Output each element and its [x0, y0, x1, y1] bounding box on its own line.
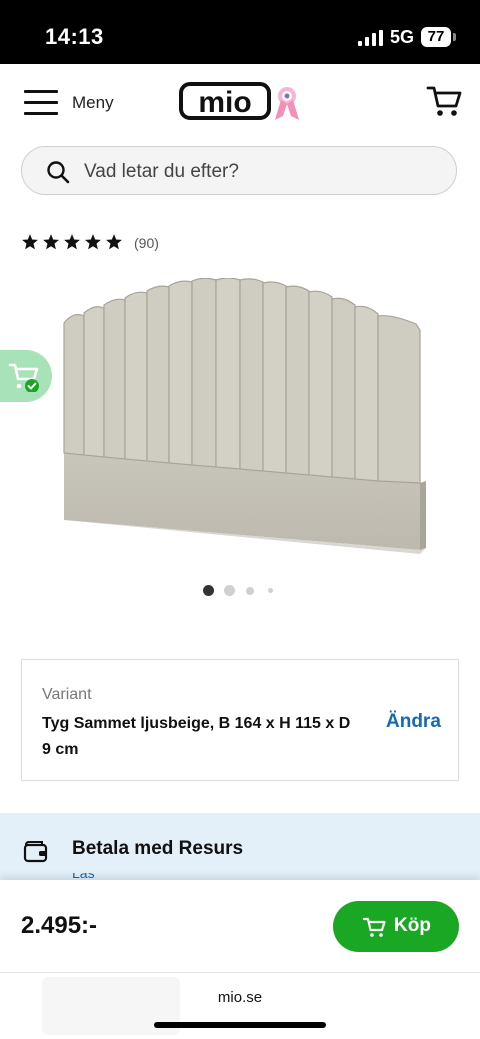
star-icon	[106, 234, 122, 250]
star-icon	[43, 234, 59, 250]
search-placeholder: Vad letar du efter?	[84, 161, 239, 182]
wallet-icon	[23, 841, 48, 863]
hamburger-icon	[24, 90, 58, 115]
carousel-dot-4[interactable]	[268, 588, 273, 593]
signal-icon	[358, 30, 383, 46]
browser-url-bar[interactable]: mio.se	[0, 972, 480, 1039]
status-bar: 14:13 5G 77	[0, 0, 480, 64]
variant-value: Tyg Sammet ljusbeige, B 164 x H 115 x D …	[42, 715, 351, 758]
carousel-dot-1[interactable]	[203, 585, 214, 596]
network-label: 5G	[390, 27, 415, 47]
image-carousel-dots	[203, 585, 283, 597]
cart-icon	[363, 917, 386, 937]
buy-bar: 2.495:- Köp	[0, 880, 480, 972]
battery-tip	[453, 33, 456, 41]
buy-label: Köp	[394, 915, 431, 936]
carousel-dot-2[interactable]	[224, 585, 235, 596]
star-icon	[64, 234, 80, 250]
search-icon	[47, 161, 70, 184]
star-icon	[85, 234, 101, 250]
search-input[interactable]: Vad letar du efter?	[21, 146, 457, 195]
cart-check-icon	[8, 363, 39, 392]
logo-text: mio	[198, 86, 251, 119]
menu-button[interactable]: Meny	[24, 86, 124, 118]
star-icon	[22, 234, 38, 250]
compare-cart-button[interactable]	[0, 350, 52, 402]
mio-logo[interactable]: mio	[179, 78, 304, 124]
buy-button[interactable]: Köp	[333, 901, 459, 952]
home-indicator[interactable]	[154, 1022, 326, 1028]
product-image-headboard[interactable]	[60, 278, 430, 568]
change-variant-link[interactable]: Ändra	[386, 711, 441, 733]
battery-icon: 77	[421, 27, 451, 47]
status-time: 14:13	[45, 24, 104, 49]
review-count: (90)	[134, 235, 159, 251]
payment-title: Betala med Resurs	[72, 838, 244, 859]
menu-label: Meny	[72, 93, 114, 112]
payment-info-banner: Betala med Resurs Läs mer	[0, 813, 480, 883]
cart-icon[interactable]	[426, 82, 462, 118]
site-header: Meny mio	[0, 64, 480, 140]
variant-label: Variant	[42, 686, 92, 703]
product-price: 2.495:-	[21, 912, 98, 939]
url-text: mio.se	[217, 989, 263, 1006]
variant-selector: Variant Tyg Sammet ljusbeige, B 164 x H …	[21, 659, 459, 781]
carousel-dot-3[interactable]	[246, 587, 254, 595]
